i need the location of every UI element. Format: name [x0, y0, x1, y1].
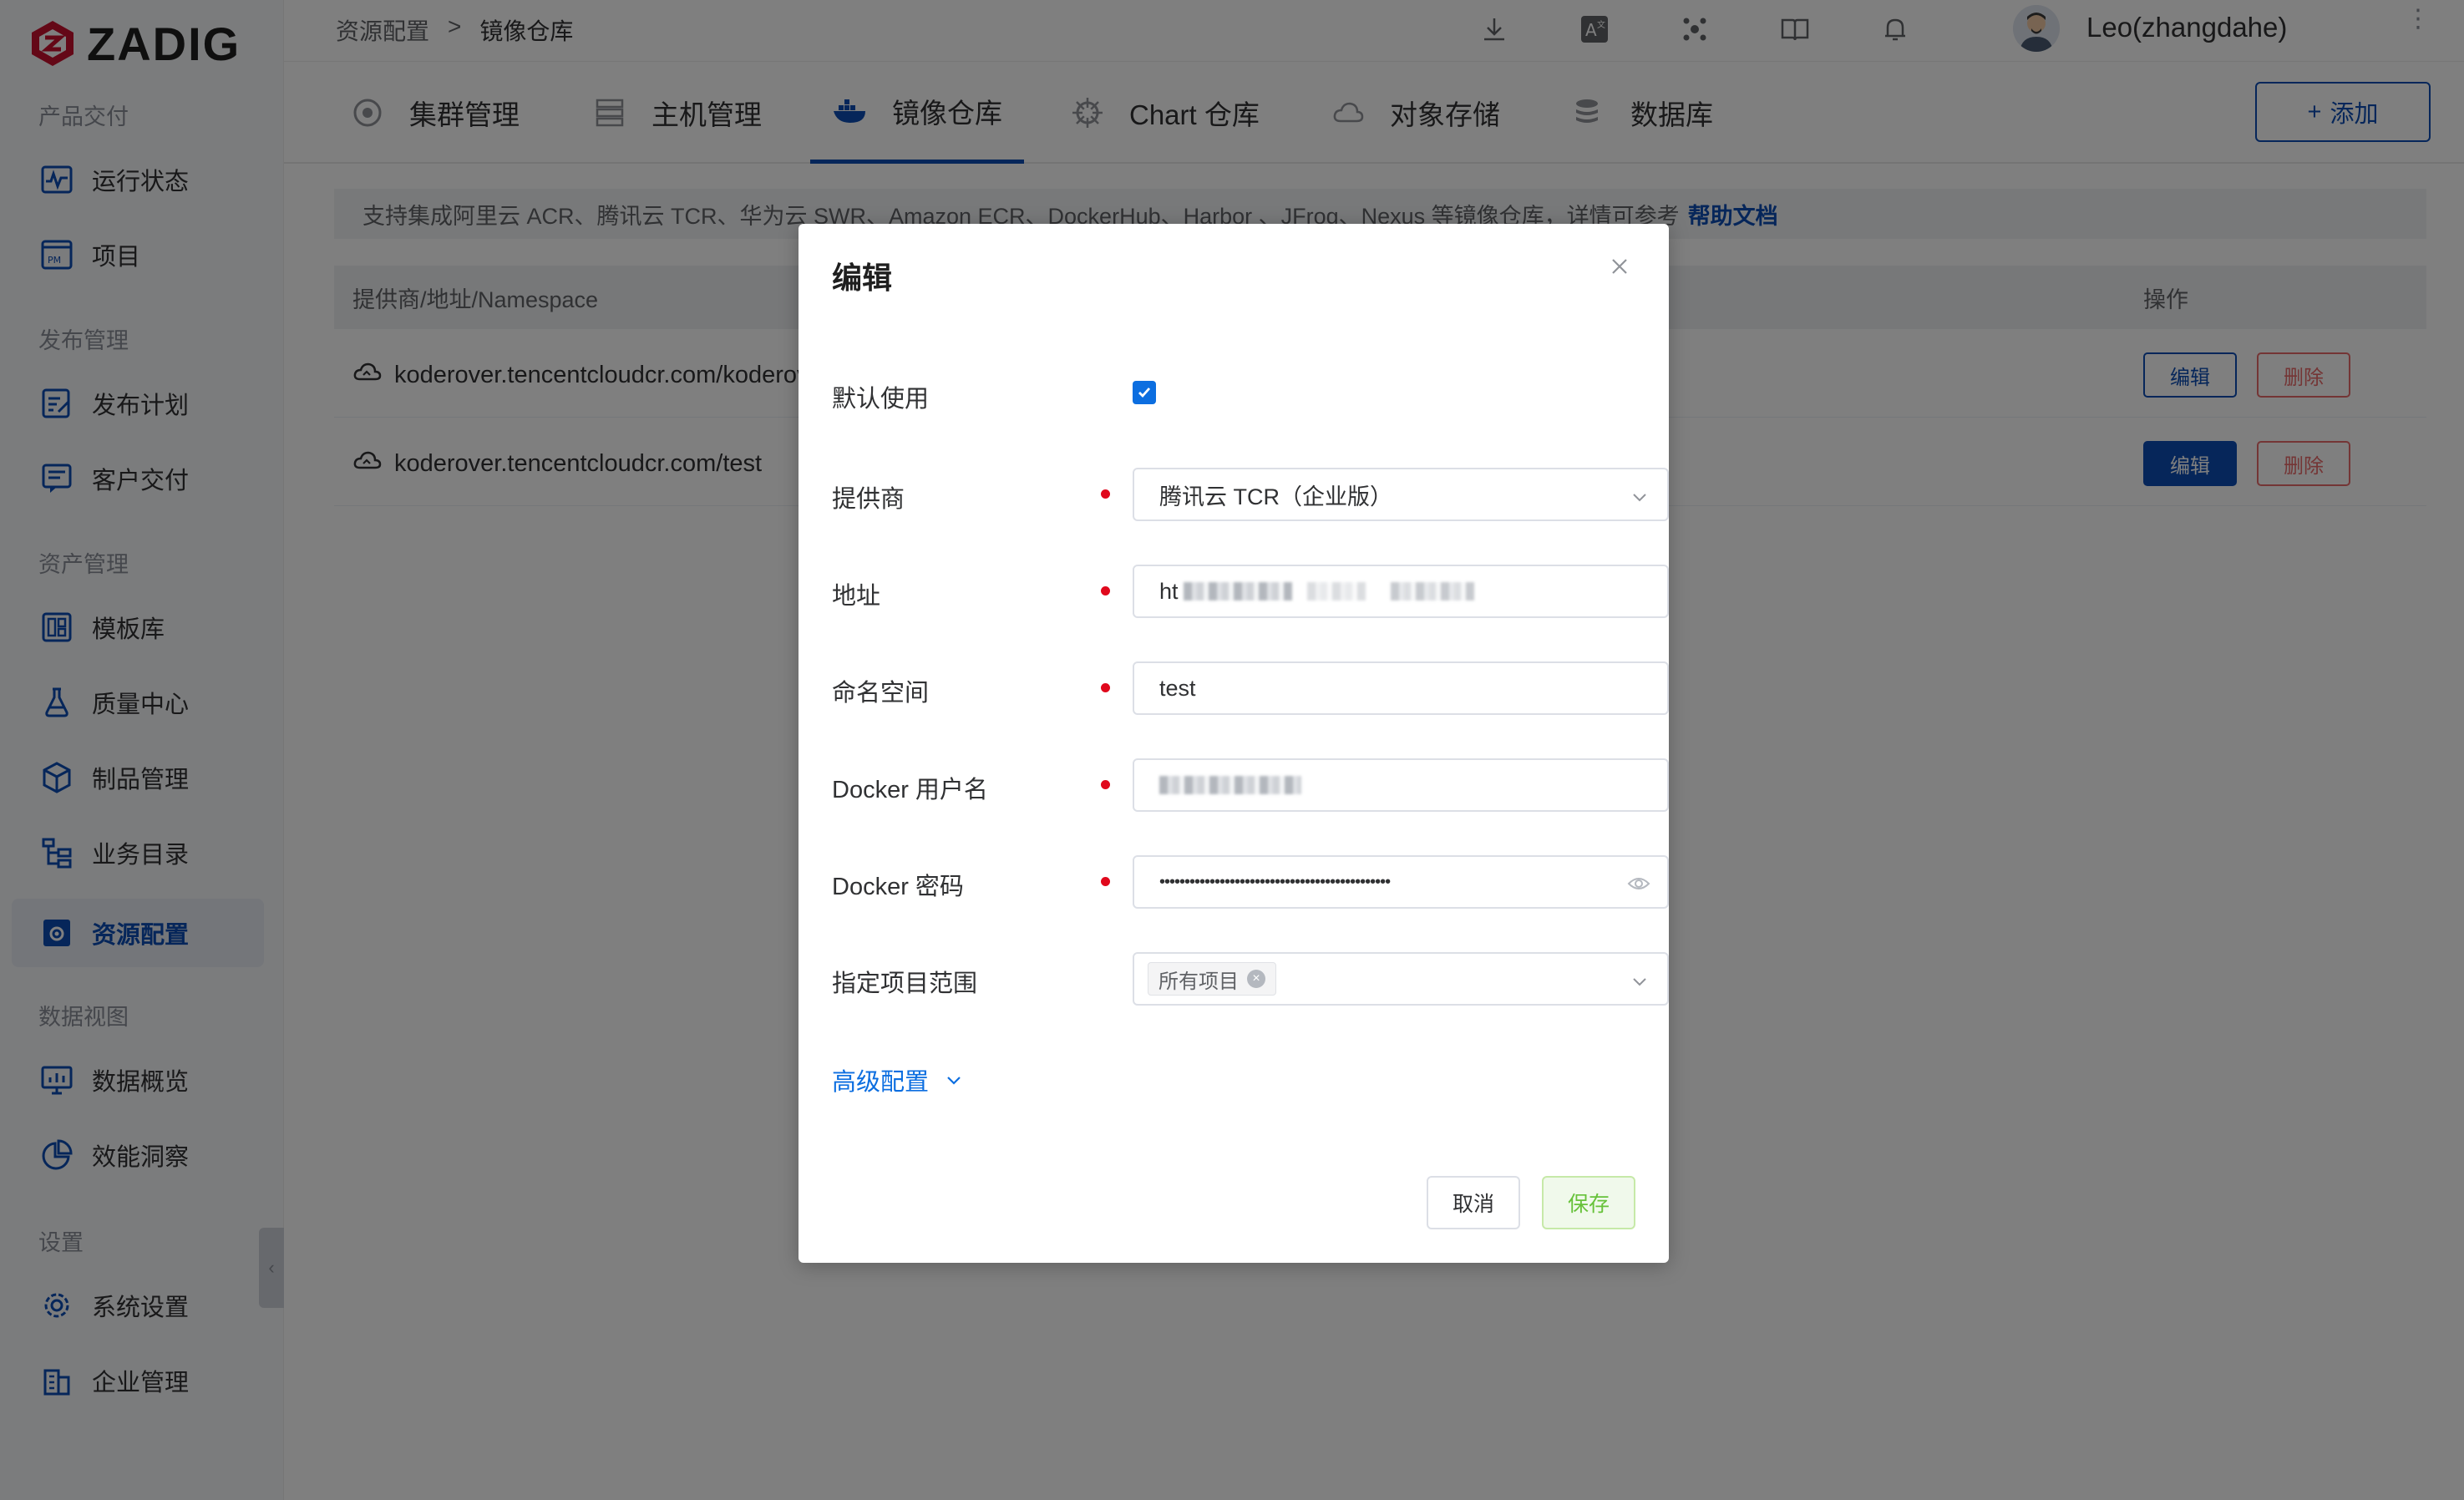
dialog-title: 编辑	[832, 261, 893, 295]
username-label: Docker 用户名	[832, 777, 988, 803]
form-row-address: 地址 ht	[832, 565, 1669, 618]
required-dot	[1101, 586, 1110, 595]
form-row-namespace: 命名空间 test	[832, 661, 1669, 715]
advanced-config-label: 高级配置	[832, 1069, 930, 1096]
tag-remove-icon[interactable]: ×	[1247, 970, 1265, 988]
default-label: 默认使用	[832, 386, 930, 413]
advanced-config-toggle[interactable]: 高级配置	[832, 1062, 964, 1097]
address-prefix: ht	[1159, 578, 1179, 604]
docker-username-input[interactable]	[1133, 758, 1669, 812]
scope-label: 指定项目范围	[832, 970, 978, 997]
redacted-text	[1306, 582, 1366, 601]
required-dot	[1101, 489, 1110, 499]
address-label: 地址	[832, 583, 881, 610]
form-row-password: Docker 密码 ••••••••••••••••••••••••••••••…	[832, 855, 1669, 909]
form-row-default: 默认使用	[832, 367, 1635, 421]
required-dot	[1101, 683, 1110, 692]
required-dot	[1101, 877, 1110, 886]
provider-label: 提供商	[832, 486, 905, 513]
chevron-down-icon	[1633, 494, 1646, 502]
tag-label: 所有项目	[1158, 970, 1239, 993]
eye-icon[interactable]	[1627, 874, 1650, 894]
selected-tag: 所有项目 ×	[1148, 962, 1276, 996]
namespace-input[interactable]: test	[1133, 661, 1669, 715]
required-dot	[1101, 780, 1110, 789]
form-row-scope: 指定项目范围 所有项目 ×	[832, 952, 1669, 1006]
provider-select[interactable]: 腾讯云 TCR（企业版）	[1133, 468, 1669, 521]
close-icon[interactable]	[1607, 254, 1632, 279]
checkmark-icon	[1138, 388, 1151, 398]
address-input[interactable]: ht	[1133, 565, 1669, 618]
project-scope-select[interactable]: 所有项目 ×	[1133, 952, 1669, 1006]
edit-registry-dialog: 编辑 默认使用 提供商 腾讯云 TCR（企业版） 地址 ht 命名空间 test	[799, 224, 1669, 1263]
redacted-text	[1159, 776, 1301, 794]
form-row-provider: 提供商 腾讯云 TCR（企业版）	[832, 468, 1669, 521]
chevron-down-icon	[947, 1077, 961, 1085]
form-row-username: Docker 用户名	[832, 758, 1669, 812]
provider-value: 腾讯云 TCR（企业版）	[1159, 484, 1392, 509]
redacted-text	[1183, 582, 1292, 601]
chevron-down-icon	[1633, 978, 1646, 986]
docker-password-input[interactable]: ••••••••••••••••••••••••••••••••••••••••…	[1133, 855, 1669, 909]
default-checkbox[interactable]	[1133, 381, 1156, 404]
password-value: ••••••••••••••••••••••••••••••••••••••••…	[1159, 872, 1391, 891]
redacted-text	[1390, 582, 1474, 601]
cancel-button[interactable]: 取消	[1427, 1176, 1520, 1229]
password-label: Docker 密码	[832, 874, 964, 900]
save-button[interactable]: 保存	[1542, 1176, 1635, 1229]
namespace-label: 命名空间	[832, 680, 930, 707]
namespace-value: test	[1159, 675, 1196, 701]
